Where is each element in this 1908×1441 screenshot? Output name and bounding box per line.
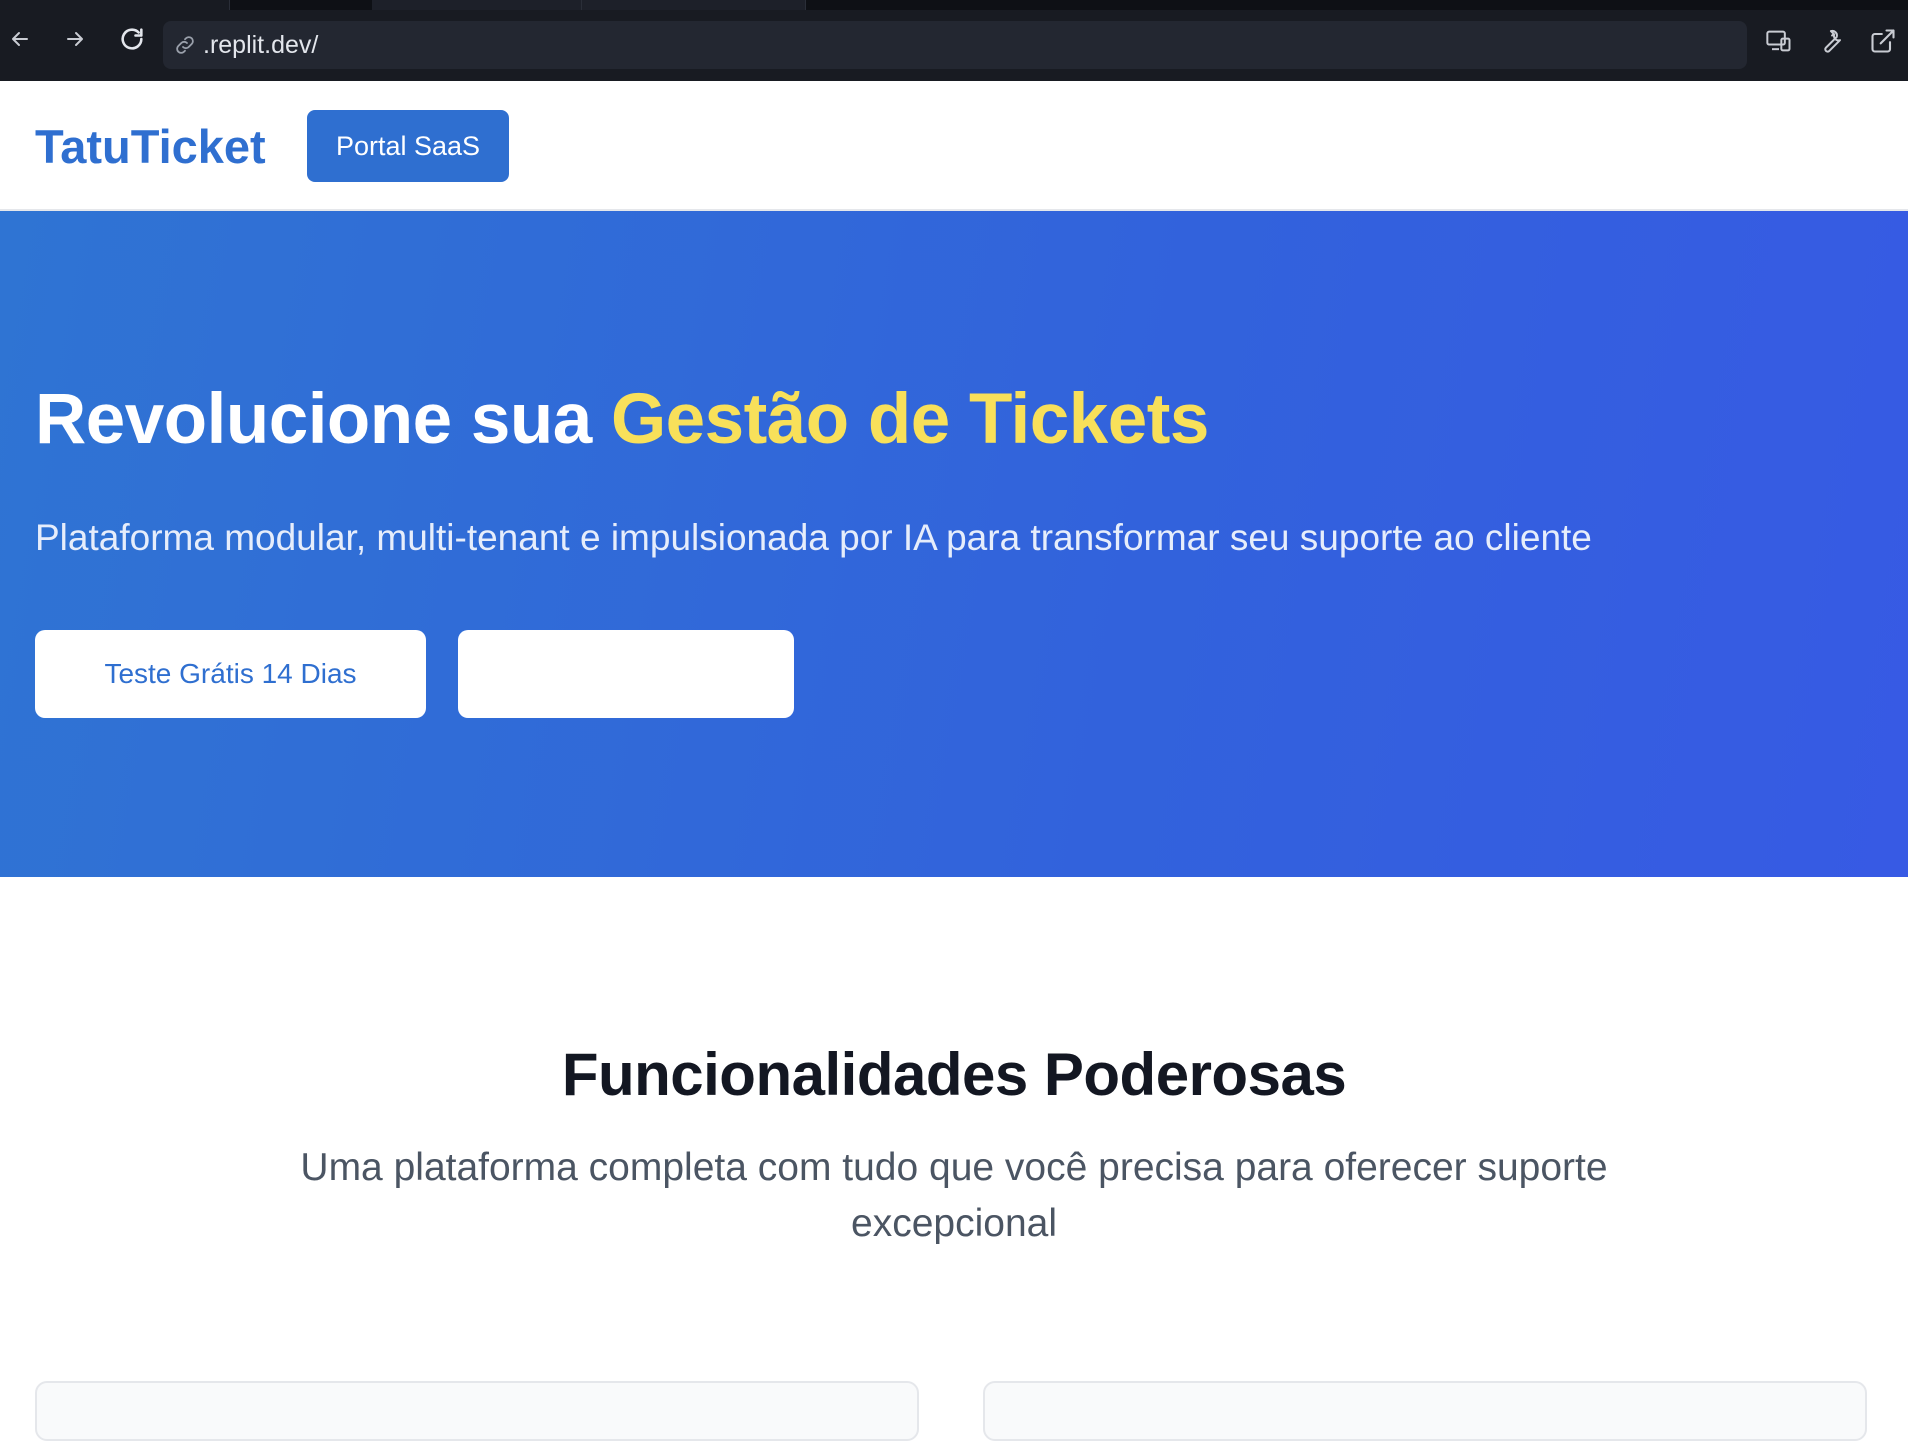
devices-icon bbox=[1766, 30, 1791, 52]
devtools-button[interactable] bbox=[1814, 24, 1848, 58]
external-link-icon bbox=[1871, 29, 1895, 53]
features-title: Funcionalidades Poderosas bbox=[561, 1041, 1347, 1108]
arrow-left-icon bbox=[12, 32, 28, 46]
address-bar[interactable]: .replit.dev/ bbox=[163, 21, 1747, 69]
devices-button[interactable] bbox=[1762, 24, 1796, 58]
brand-logo[interactable]: TatuTicket bbox=[35, 119, 266, 174]
browser-tab[interactable] bbox=[582, 0, 806, 10]
forward-button[interactable] bbox=[58, 22, 92, 56]
feature-card bbox=[983, 1381, 1867, 1441]
secondary-cta-button[interactable] bbox=[458, 630, 794, 718]
back-button[interactable] bbox=[3, 22, 37, 56]
reload-button[interactable] bbox=[115, 22, 149, 56]
portal-saas-button[interactable]: Portal SaaS bbox=[307, 110, 509, 182]
browser-chrome: .replit.dev/ bbox=[0, 0, 1908, 81]
hero-title: Revolucione sua Gestão de Tickets bbox=[35, 379, 1209, 460]
features-subtitle: Uma plataforma completa com tudo que voc… bbox=[300, 1146, 1608, 1245]
browser-tab[interactable] bbox=[372, 0, 582, 10]
reload-icon bbox=[121, 28, 143, 50]
arrow-right-icon bbox=[67, 32, 83, 46]
link-icon bbox=[173, 31, 201, 59]
feature-card bbox=[35, 1381, 919, 1441]
address-text: .replit.dev/ bbox=[203, 30, 319, 59]
hero-title-accent: Gestão de Tickets bbox=[610, 380, 1209, 459]
open-new-tab-button[interactable] bbox=[1866, 24, 1900, 58]
hero-title-plain: Revolucione sua bbox=[35, 380, 611, 459]
hero-subtitle: Plataforma modular, multi-tenant e impul… bbox=[35, 517, 1592, 558]
tab-strip bbox=[0, 0, 1908, 10]
free-trial-button[interactable]: Teste Grátis 14 Dias bbox=[35, 630, 426, 718]
hero-section: Revolucione sua Gestão de Tickets Plataf… bbox=[0, 211, 1908, 877]
site-header: TatuTicket Portal SaaS bbox=[0, 81, 1908, 211]
browser-tab[interactable] bbox=[0, 0, 230, 10]
wrench-icon bbox=[1824, 29, 1841, 53]
